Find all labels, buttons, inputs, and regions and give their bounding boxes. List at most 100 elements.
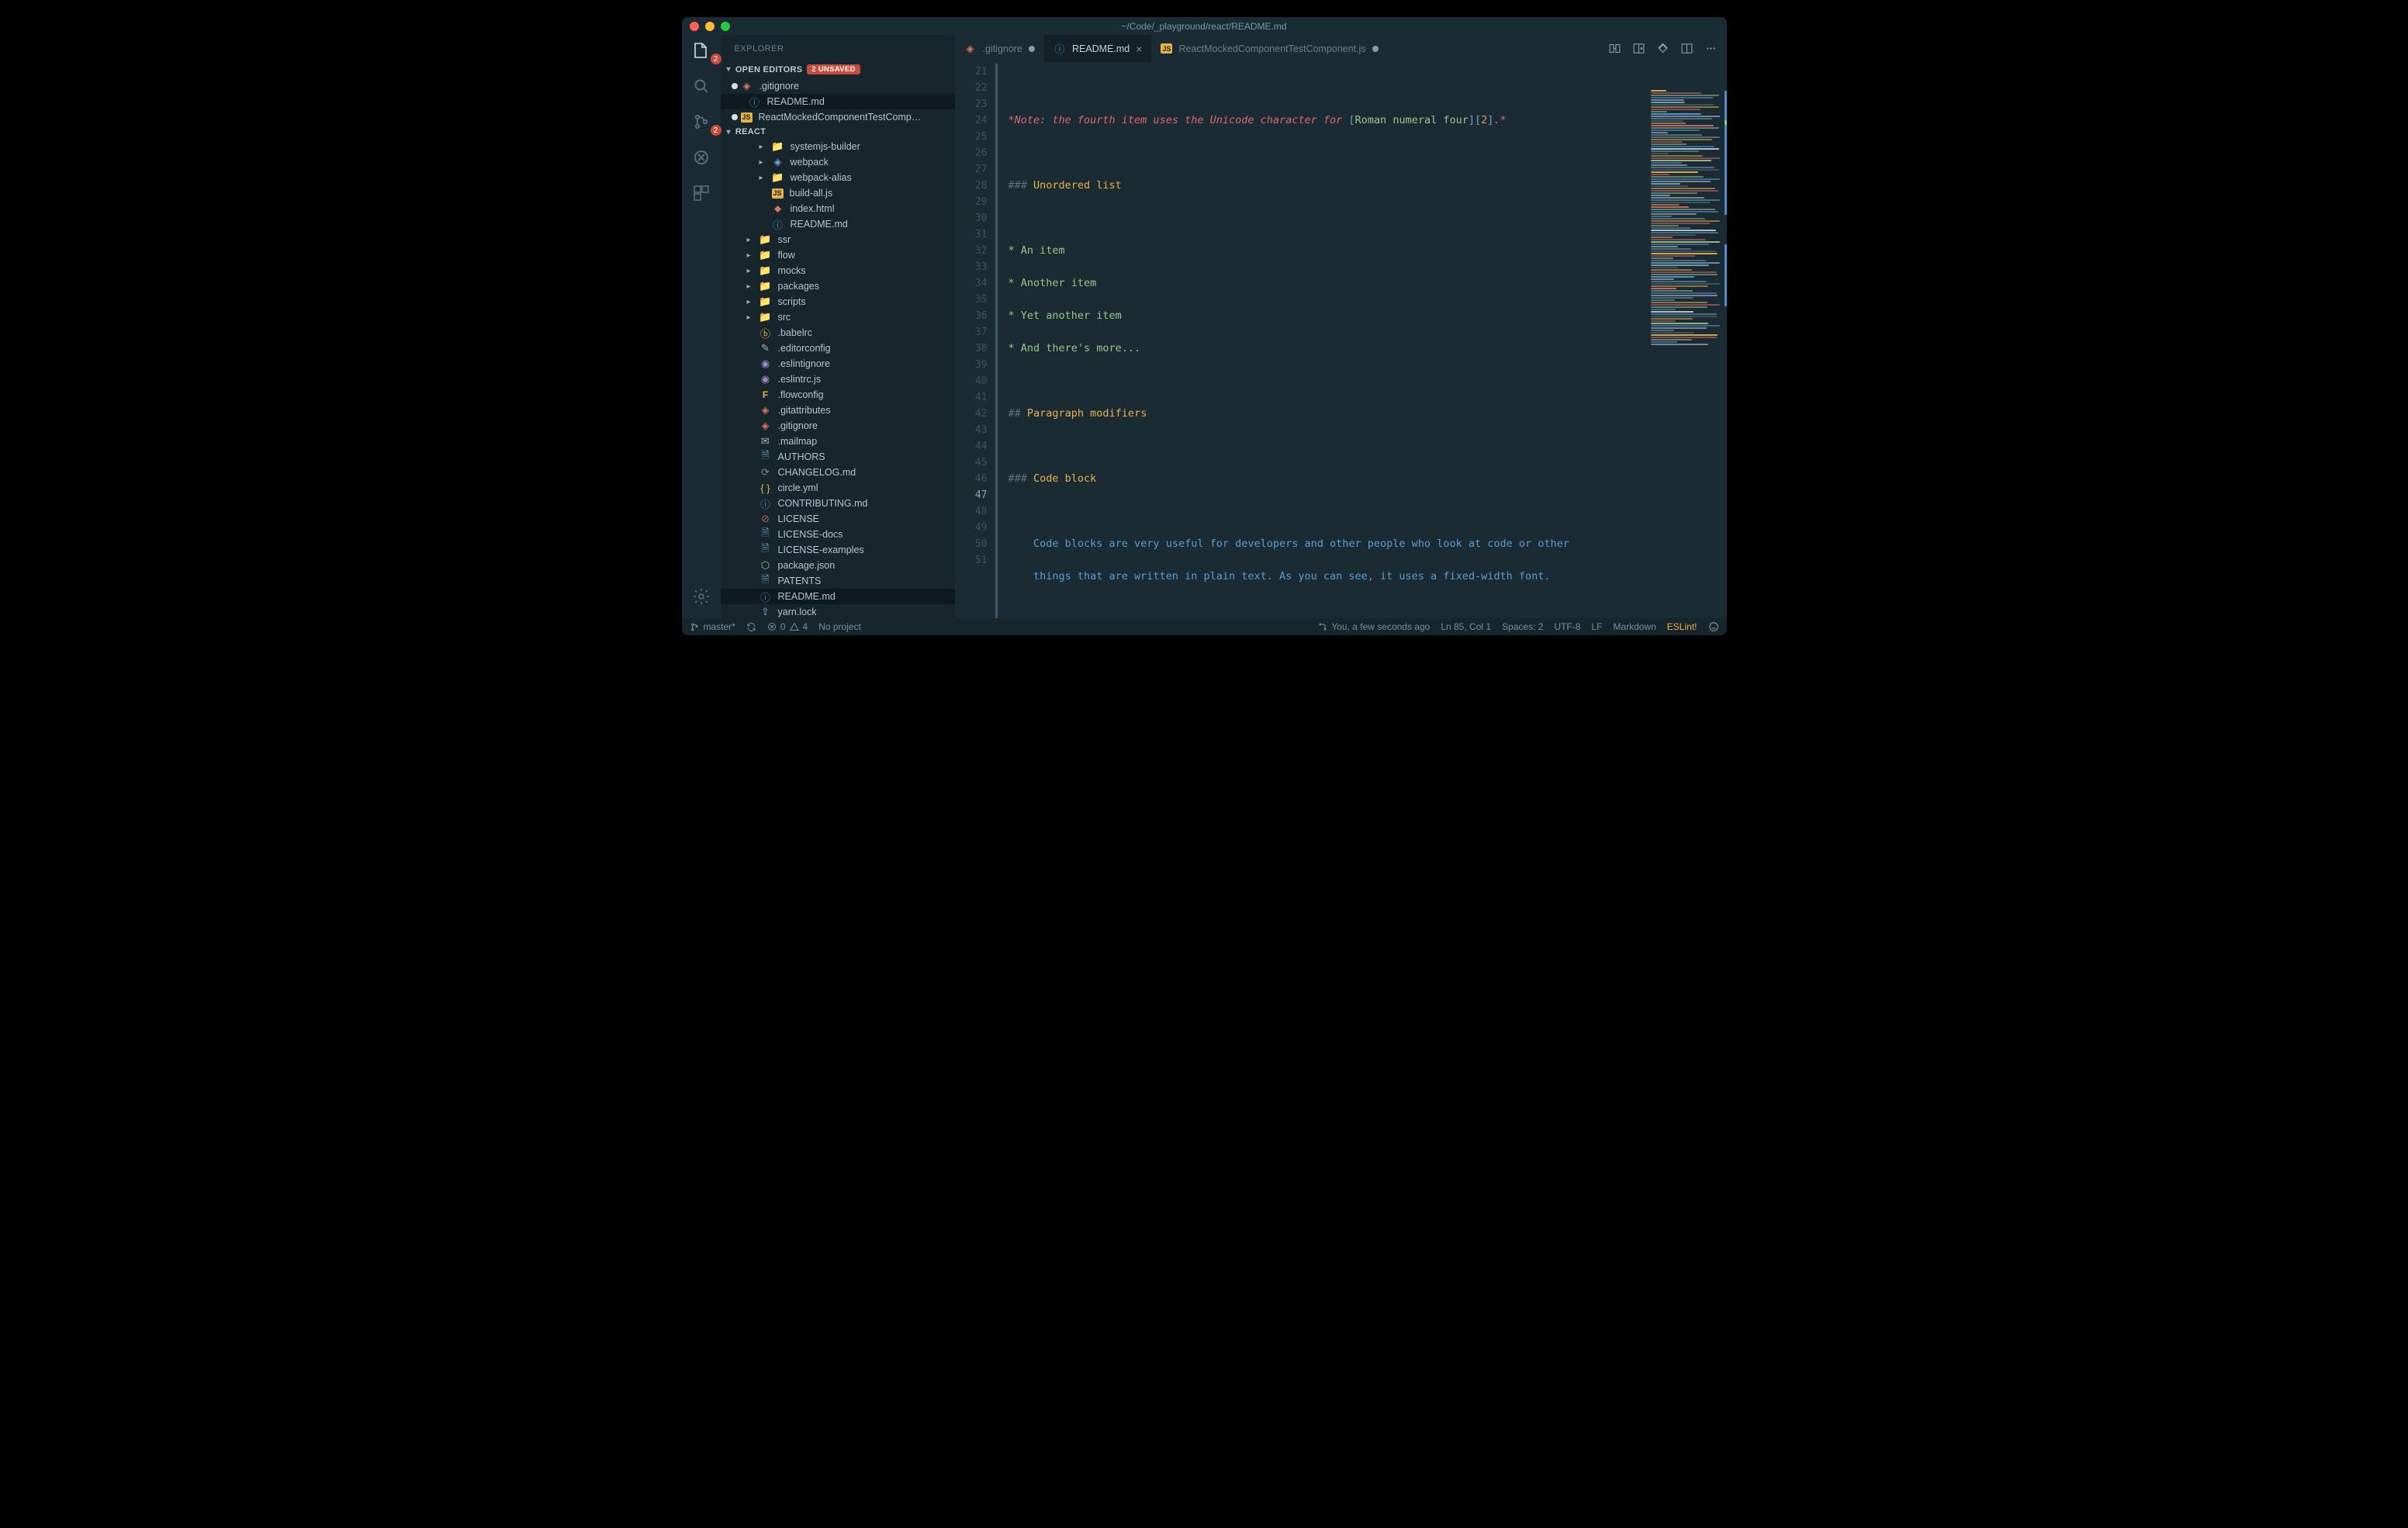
close-tab-icon[interactable]: × (1136, 43, 1142, 55)
activity-explorer-icon[interactable]: 2 (690, 40, 712, 61)
flow-icon: F (759, 389, 772, 401)
tree-item[interactable]: ▸📁webpack-alias (721, 170, 955, 185)
folder-icon: 📁 (759, 249, 772, 261)
code-text: * Yet another item (1009, 309, 1122, 322)
tree-item[interactable]: JSbuild-all.js (721, 185, 955, 201)
split-editor-icon[interactable] (1680, 42, 1694, 55)
project-section[interactable]: ▾ REACT (721, 125, 955, 139)
status-git-blame[interactable]: You, a few seconds ago (1318, 621, 1430, 632)
tree-item[interactable]: ▸📁scripts (721, 294, 955, 309)
open-editor-item[interactable]: ◈.gitignore (721, 78, 955, 94)
code-text: Paragraph modifiers (1027, 407, 1147, 420)
tree-item[interactable]: ▸📁flow (721, 247, 955, 263)
tree-item[interactable]: ◈.gitattributes (721, 403, 955, 418)
tree-item[interactable]: ▸◈webpack (721, 154, 955, 170)
editor-tab[interactable]: JSReactMockedComponentTestComponent.js (1151, 35, 1387, 62)
tree-item[interactable]: ▸📁mocks (721, 263, 955, 278)
tree-item[interactable]: ▸📁ssr (721, 232, 955, 247)
activity-search-icon[interactable] (690, 75, 712, 97)
status-indentation[interactable]: Spaces: 2 (1502, 621, 1543, 632)
file-name: LICENSE (778, 513, 820, 524)
info-icon: ⓘ (749, 95, 761, 108)
file-name: .eslintignore (778, 358, 830, 369)
code-text: * Another item (1009, 277, 1097, 289)
close-window-button[interactable] (690, 22, 699, 31)
file-name: CONTRIBUTING.md (778, 498, 868, 509)
status-problems[interactable]: 0 4 (767, 621, 808, 632)
activity-bar: 2 2 (682, 35, 721, 618)
more-actions-icon[interactable] (1704, 42, 1718, 55)
status-branch[interactable]: master* (690, 621, 735, 632)
tree-item[interactable]: ⓘREADME.md (721, 589, 955, 604)
code-text: * An item (1009, 244, 1065, 257)
tree-item[interactable]: 🗎LICENSE-examples (721, 542, 955, 558)
file-name: packages (778, 281, 820, 292)
folder-icon: 📁 (772, 140, 784, 153)
tree-item[interactable]: ⓘCONTRIBUTING.md (721, 496, 955, 511)
chevron-right-icon: ▸ (747, 298, 753, 306)
tree-item[interactable]: ◈.gitignore (721, 418, 955, 434)
tree-item[interactable]: ⟳CHANGELOG.md (721, 465, 955, 480)
tree-item[interactable]: ⊘LICENSE (721, 511, 955, 527)
tree-item[interactable]: 🗎PATENTS (721, 573, 955, 589)
tree-item[interactable]: F.flowconfig (721, 387, 955, 403)
compare-changes-icon[interactable] (1608, 42, 1621, 55)
status-encoding[interactable]: UTF-8 (1554, 621, 1580, 632)
status-cursor-position[interactable]: Ln 85, Col 1 (1441, 621, 1491, 632)
tree-item[interactable]: ▸📁packages (721, 278, 955, 294)
open-preview-icon[interactable] (1632, 42, 1645, 55)
dirty-indicator (1372, 46, 1379, 52)
warning-count: 4 (803, 621, 808, 632)
status-language[interactable]: Markdown (1613, 621, 1656, 632)
editor-tab[interactable]: ⓘ README.md × (1044, 35, 1152, 62)
git-icon: ◈ (741, 80, 753, 92)
minimap[interactable] (1645, 89, 1727, 618)
editor-actions (1608, 35, 1727, 62)
webpack-icon: ◈ (772, 156, 784, 168)
minimize-window-button[interactable] (705, 22, 714, 31)
status-project[interactable]: No project (818, 621, 861, 632)
source-control-icon[interactable] (1656, 42, 1669, 55)
tree-item[interactable]: ⓑ.babelrc (721, 325, 955, 341)
code-content[interactable]: *Note: the fourth item uses the Unicode … (998, 62, 1727, 618)
status-feedback-icon[interactable] (1708, 621, 1719, 632)
tree-item[interactable]: ⓘREADME.md (721, 216, 955, 232)
code-text: Code blocks are very useful for develope… (1009, 538, 1576, 550)
app-window: ~/Code/_playground/react/README.md 2 2 (682, 17, 1727, 635)
tab-label: .gitignore (983, 43, 1022, 54)
tree-item[interactable]: ⬡package.json (721, 558, 955, 573)
tree-item[interactable]: ⇪yarn.lock (721, 604, 955, 618)
file-name: README.md (791, 219, 848, 230)
status-eol[interactable]: LF (1591, 621, 1602, 632)
tree-item[interactable]: { }circle.yml (721, 480, 955, 496)
code-text: *Note: the fourth item uses the Unicode … (1009, 114, 1349, 126)
tree-item[interactable]: ▸📁systemjs-builder (721, 139, 955, 154)
open-editor-item[interactable]: JSReactMockedComponentTestComp… (721, 109, 955, 125)
status-eslint[interactable]: ESLint! (1667, 621, 1697, 632)
tree-item[interactable]: 🗎LICENSE-docs (721, 527, 955, 542)
tree-item[interactable]: ▸📁src (721, 309, 955, 325)
tree-item[interactable]: ✉.mailmap (721, 434, 955, 449)
activity-settings-icon[interactable] (690, 586, 712, 607)
tab-label: README.md (1072, 43, 1130, 54)
js-icon: JS (772, 188, 784, 199)
editor-tab[interactable]: ◈.gitignore (955, 35, 1044, 62)
activity-extensions-icon[interactable] (690, 182, 712, 204)
json-icon: ⬡ (759, 559, 772, 572)
open-editor-item[interactable]: ⓘREADME.md (721, 94, 955, 109)
code-editor[interactable]: 2122232425262728293031323334353637383940… (955, 62, 1727, 618)
maximize-window-button[interactable] (721, 22, 730, 31)
tree-item[interactable]: ◉.eslintrc.js (721, 372, 955, 387)
tree-item[interactable]: ◉.eslintignore (721, 356, 955, 372)
status-sync[interactable] (746, 622, 756, 632)
activity-scm-icon[interactable]: 2 (690, 111, 712, 133)
folder-icon: 📁 (759, 280, 772, 292)
open-editors-section[interactable]: ▾ OPEN EDITORS 2 UNSAVED (721, 62, 955, 77)
file-name: src (778, 312, 791, 323)
tree-item[interactable]: ✎.editorconfig (721, 341, 955, 356)
tree-item[interactable]: ⬥index.html (721, 201, 955, 216)
file-name: .eslintrc.js (778, 374, 822, 385)
activity-debug-icon[interactable] (690, 147, 712, 168)
info-icon: ⓘ (1054, 43, 1066, 55)
tree-item[interactable]: 🗎AUTHORS (721, 449, 955, 465)
